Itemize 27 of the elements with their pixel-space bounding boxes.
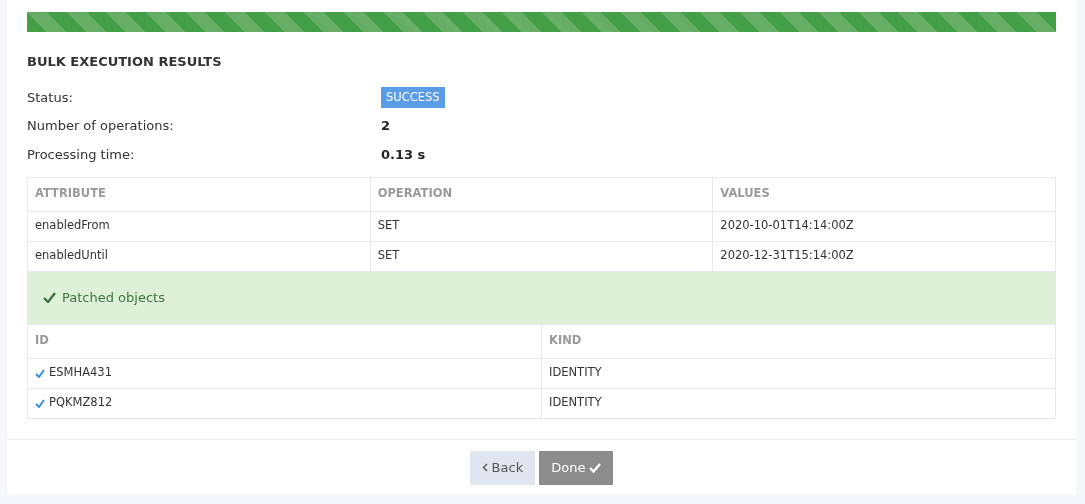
section-title: BULK EXECUTION RESULTS <box>27 53 223 71</box>
check-icon <box>43 292 56 303</box>
table-cell: 2020-12-31T15:14:00Z <box>712 241 1056 271</box>
status-badge: SUCCESS <box>381 86 445 108</box>
check-icon <box>589 462 602 473</box>
field-value: 2 <box>381 117 391 135</box>
chevron-left-icon <box>481 463 488 472</box>
table-cell: IDENTITY <box>541 358 1056 388</box>
table-cell: SET <box>370 241 713 271</box>
table-cell: IDENTITY <box>541 388 1056 418</box>
banner-text: Patched objects <box>62 288 165 307</box>
table-cell: SET <box>370 211 713 241</box>
table-cell: enabledFrom <box>27 211 371 241</box>
field-value: 0.13 s <box>381 145 426 164</box>
table-cell: 2020-10-01T14:14:00Z <box>712 211 1056 241</box>
column-header: KIND <box>541 324 1056 358</box>
back-button[interactable]: Back <box>469 450 536 485</box>
column-header: ATTRIBUTE <box>27 177 371 211</box>
object-id: PQKMZ812 <box>49 394 113 412</box>
column-header: OPERATION <box>370 177 713 211</box>
table-cell: enabledUntil <box>27 241 371 271</box>
field-label: Processing time: <box>27 145 136 164</box>
object-id: ESMHA431 <box>49 364 112 382</box>
column-header: ID <box>27 324 542 358</box>
field-label: Status: <box>27 88 74 107</box>
field-label: Number of operations: <box>27 117 175 135</box>
column-header: VALUES <box>712 177 1056 211</box>
